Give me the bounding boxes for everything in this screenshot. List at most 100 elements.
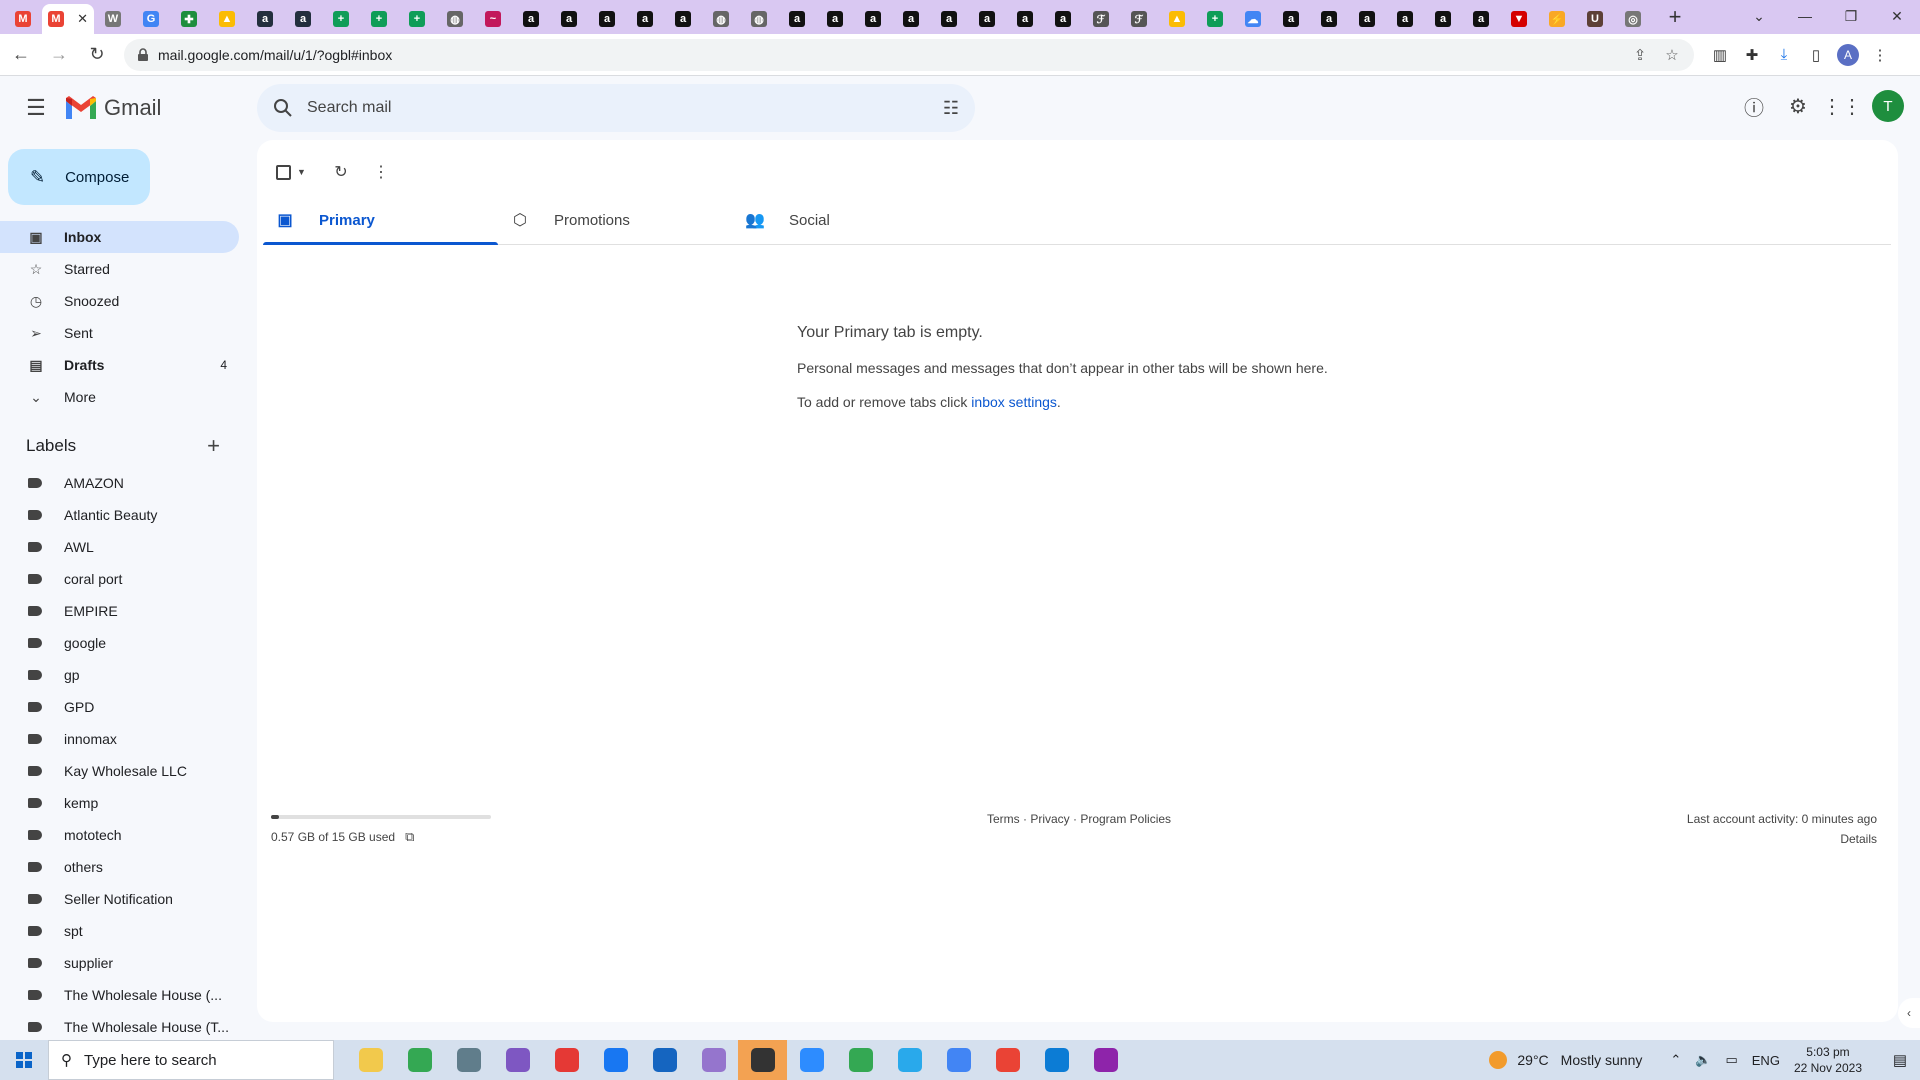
volume-icon[interactable]: 🔈 [1695,1052,1711,1068]
inbox-settings-link[interactable]: inbox settings [971,394,1057,410]
taskbar-app[interactable] [738,1040,787,1080]
caret-down-icon[interactable]: ▼ [297,167,306,177]
label-item[interactable]: mototech [0,819,256,851]
bookmark-star-icon[interactable]: ☆ [1662,46,1682,64]
gmail-logo[interactable]: Gmail [64,95,161,121]
main-menu-icon[interactable]: ☰ [12,84,60,132]
apps-grid-icon[interactable]: ⋮⋮ [1820,84,1864,128]
help-icon[interactable]: ⓘ [1732,84,1776,128]
account-avatar[interactable]: T [1872,90,1904,122]
browser-tab[interactable]: a [1006,4,1044,34]
label-item[interactable]: google [0,627,256,659]
browser-tab[interactable]: a [778,4,816,34]
label-item[interactable]: kemp [0,787,256,819]
taskbar-search[interactable]: ⚲ Type here to search [48,1040,334,1080]
network-icon[interactable]: ▭ [1725,1052,1737,1068]
label-item[interactable]: gp [0,659,256,691]
browser-tab[interactable]: a [816,4,854,34]
extensions-puzzle-icon[interactable]: ✚ [1736,39,1768,71]
browser-tab[interactable]: a [892,4,930,34]
tab-social[interactable]: 👥 Social [733,196,968,244]
sidebar-item-inbox[interactable]: ▣ Inbox [0,221,239,253]
browser-tab[interactable]: + [398,4,436,34]
browser-tab[interactable]: ▲ [208,4,246,34]
browser-tab[interactable]: M [4,4,42,34]
browser-tab[interactable]: ◍ [702,4,740,34]
download-icon[interactable]: ⤓ [1768,39,1800,71]
search-bar[interactable]: Search mail ☷ [257,84,975,132]
browser-tab[interactable]: ▼ [1500,4,1538,34]
compose-button[interactable]: ✎ Compose [8,149,150,205]
create-label-button[interactable]: + [207,433,220,459]
extension-icon[interactable]: ▥ [1704,39,1736,71]
close-tab-icon[interactable]: ✕ [77,11,88,27]
browser-menu-icon[interactable]: ⋮ [1864,39,1896,71]
browser-tab[interactable]: a [854,4,892,34]
browser-tab[interactable]: a [550,4,588,34]
browser-tab[interactable]: + [322,4,360,34]
browser-tab[interactable]: a [1044,4,1082,34]
taskbar-app[interactable] [640,1040,689,1080]
label-item[interactable]: coral port [0,563,256,595]
select-all-checkbox[interactable]: ▼ [271,152,311,192]
taskbar-app[interactable] [591,1040,640,1080]
label-item[interactable]: The Wholesale House (T... [0,1011,256,1040]
browser-tab[interactable]: ◍ [436,4,474,34]
taskbar-app[interactable] [934,1040,983,1080]
search-input[interactable]: Search mail [307,99,943,117]
language-indicator[interactable]: ENG [1752,1053,1780,1068]
browser-tab[interactable]: a [512,4,550,34]
browser-tab[interactable]: a [930,4,968,34]
details-link[interactable]: Details [1687,832,1877,846]
label-item[interactable]: supplier [0,947,256,979]
label-item[interactable]: The Wholesale House (... [0,979,256,1011]
address-bar[interactable]: mail.google.com/mail/u/1/?ogbl#inbox ⇪ ☆ [124,38,1694,71]
side-panel-icon[interactable]: ▯ [1800,39,1832,71]
taskbar-app[interactable] [1081,1040,1130,1080]
browser-tab[interactable]: ℱ [1082,4,1120,34]
label-item[interactable]: others [0,851,256,883]
browser-tab[interactable]: a [1424,4,1462,34]
restore-button[interactable]: ❐ [1828,0,1874,32]
label-item[interactable]: Seller Notification [0,883,256,915]
more-options-icon[interactable]: ⋮ [361,152,401,192]
taskbar-app[interactable] [493,1040,542,1080]
minimize-button[interactable]: — [1782,0,1828,32]
taskbar-app[interactable] [787,1040,836,1080]
label-item[interactable]: Kay Wholesale LLC [0,755,256,787]
refresh-button[interactable]: ↻ [321,152,361,192]
tab-promotions[interactable]: ⬡ Promotions [498,196,733,244]
browser-tab[interactable]: ◎ [1614,4,1652,34]
tab-primary[interactable]: ▣ Primary [263,196,498,245]
browser-tab[interactable]: W [94,4,132,34]
close-window-button[interactable]: ✕ [1874,0,1920,32]
sidebar-item-drafts[interactable]: ▤ Drafts 4 [0,349,239,381]
footer-links[interactable]: Terms · Privacy · Program Policies [987,812,1171,826]
browser-tab[interactable]: a [1386,4,1424,34]
browser-tab[interactable]: ⚡ [1538,4,1576,34]
label-item[interactable]: Atlantic Beauty [0,499,256,531]
taskbar-app[interactable] [542,1040,591,1080]
browser-tab[interactable]: a [1272,4,1310,34]
sidebar-item-snoozed[interactable]: ◷ Snoozed [0,285,239,317]
label-item[interactable]: AMAZON [0,467,256,499]
browser-tab-active[interactable]: M ✕ [42,4,94,34]
label-item[interactable]: GPD [0,691,256,723]
browser-tab[interactable]: a [588,4,626,34]
sidebar-item-more[interactable]: ⌄ More [0,381,239,413]
search-icon[interactable] [273,98,293,118]
browser-tab[interactable]: a [1348,4,1386,34]
label-item[interactable]: innomax [0,723,256,755]
weather-widget[interactable]: 29°C Mostly sunny [1489,1051,1642,1069]
label-item[interactable]: EMPIRE [0,595,256,627]
sidebar-item-sent[interactable]: ➢ Sent [0,317,239,349]
taskbar-app[interactable] [885,1040,934,1080]
browser-tab[interactable]: G [132,4,170,34]
search-options-icon[interactable]: ☷ [943,98,959,119]
back-button[interactable]: ← [4,38,38,72]
taskbar-app[interactable] [1032,1040,1081,1080]
settings-gear-icon[interactable]: ⚙ [1776,84,1820,128]
clock[interactable]: 5:03 pm 22 Nov 2023 [1794,1044,1862,1076]
tab-search-icon[interactable]: ⌄ [1736,0,1782,32]
browser-tab[interactable]: ▲ [1158,4,1196,34]
